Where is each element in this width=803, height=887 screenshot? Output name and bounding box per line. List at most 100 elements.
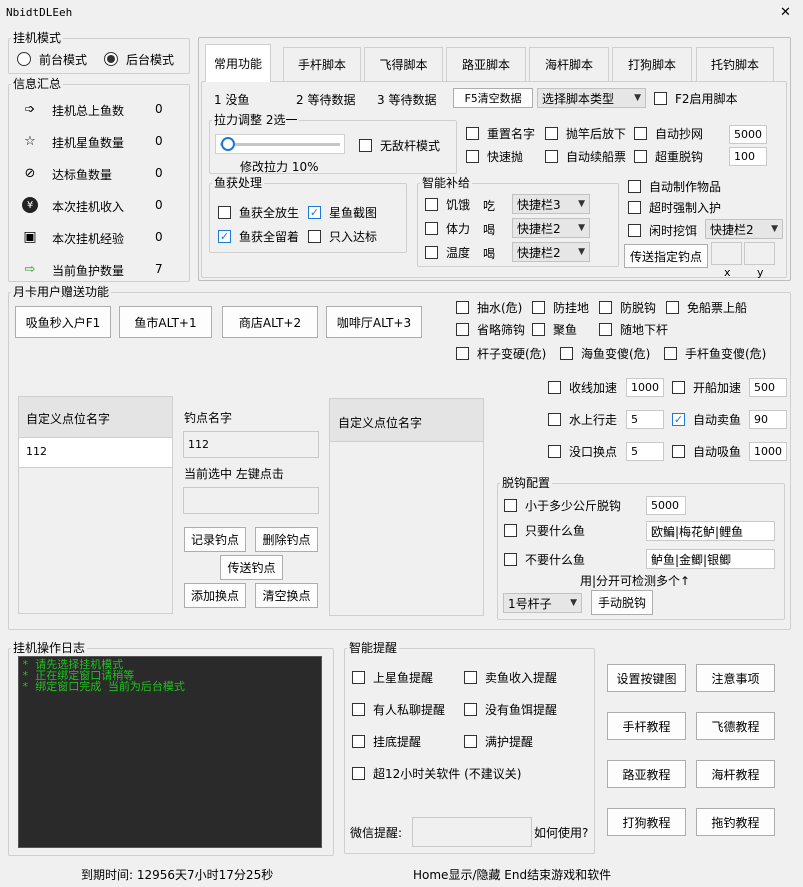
- dumb-sea-fish-checkbox[interactable]: 海鱼变傻(危): [560, 344, 650, 362]
- full-remind-checkbox[interactable]: 满护提醒: [464, 732, 533, 750]
- auto-absorb-input[interactable]: 1000: [749, 442, 787, 461]
- lure-tutorial-button[interactable]: 路亚教程: [607, 760, 686, 788]
- invincible-checkbox[interactable]: 无敌杆模式: [359, 136, 440, 154]
- gather-fish-checkbox[interactable]: 聚鱼: [532, 320, 577, 338]
- release-all-checkbox[interactable]: 鱼获全放生: [218, 203, 299, 221]
- temperature-slot-select[interactable]: 快捷栏2 ▼: [512, 242, 590, 262]
- auto-copy-checkbox[interactable]: 自动抄网: [634, 124, 703, 142]
- keep-all-checkbox[interactable]: ✓ 鱼获全留着: [218, 227, 299, 245]
- less-than-input[interactable]: 5000: [646, 496, 686, 515]
- send-to-point-button[interactable]: 传送钓点: [220, 555, 283, 580]
- dumb-hand-fish-checkbox[interactable]: 手杆鱼变傻(危): [664, 344, 766, 362]
- boat-speed-checkbox[interactable]: 开船加速: [672, 378, 741, 396]
- rename-checkbox[interactable]: 重置名字: [466, 124, 535, 142]
- super-unhook-checkbox[interactable]: 超重脱钩: [634, 147, 703, 165]
- tab-7[interactable]: 托钓脚本: [696, 47, 774, 81]
- absorb-fish-button[interactable]: 吸鱼秒入户F1: [15, 306, 111, 338]
- script-type-select[interactable]: 选择脚本类型 ▼: [537, 88, 646, 108]
- point-list-right[interactable]: 自定义点位名字: [329, 398, 484, 616]
- y-coordinate-input[interactable]: [744, 242, 775, 265]
- water-walk-input[interactable]: 5: [626, 410, 664, 429]
- idle-bait-checkbox[interactable]: 闲时挖饵: [628, 221, 697, 239]
- pull-slider-handle[interactable]: [221, 137, 236, 151]
- only-fish-checkbox[interactable]: 只要什么鱼: [504, 521, 585, 539]
- stamina-slot-select[interactable]: 快捷栏2 ▼: [512, 218, 590, 238]
- tab-4[interactable]: 路亚脚本: [446, 47, 526, 81]
- fly-tutorial-button[interactable]: 飞德教程: [696, 712, 775, 740]
- quick-throw-checkbox[interactable]: 快速抛: [466, 147, 523, 165]
- temperature-checkbox[interactable]: 温度: [425, 243, 470, 261]
- reel-speed-checkbox[interactable]: 收线加速: [548, 378, 617, 396]
- hand-rod-tutorial-button[interactable]: 手杆教程: [607, 712, 686, 740]
- bottom-remind-checkbox[interactable]: 挂底提醒: [352, 732, 421, 750]
- auto-absorb-checkbox[interactable]: 自动吸鱼: [672, 442, 741, 460]
- reel-speed-input[interactable]: 1000: [626, 378, 664, 397]
- only-target-checkbox[interactable]: 只入达标: [308, 227, 377, 245]
- boat-speed-input[interactable]: 500: [749, 378, 787, 397]
- tab-3[interactable]: 飞得脚本: [364, 47, 443, 81]
- dog-tutorial-button[interactable]: 打狗教程: [607, 808, 686, 836]
- auto-sell-input[interactable]: 90: [749, 410, 787, 429]
- notes-button[interactable]: 注意事项: [696, 664, 775, 692]
- log-console[interactable]: * 请先选择挂机模式 * 正在绑定窗口请稍等 * 绑定窗口完成 当前为后台模式: [18, 656, 322, 848]
- less-than-checkbox[interactable]: 小于多少公斤脱钩: [504, 496, 621, 514]
- fish-market-button[interactable]: 鱼市ALT+1: [119, 306, 212, 338]
- front-mode-radio[interactable]: 前台模式: [17, 50, 87, 68]
- throw-down-checkbox[interactable]: 抛竿后放下: [545, 124, 626, 142]
- key-setup-button[interactable]: 设置按键图: [607, 664, 686, 692]
- selection-input[interactable]: [183, 487, 319, 514]
- no-catch-checkbox[interactable]: 没口换点: [548, 442, 617, 460]
- pull-slider[interactable]: [215, 134, 345, 154]
- manual-unhook-button[interactable]: 手动脱钩: [591, 590, 653, 615]
- hard-rod-checkbox[interactable]: 杆子变硬(危): [456, 344, 546, 362]
- water-walk-checkbox[interactable]: 水上行走: [548, 410, 617, 428]
- close-icon[interactable]: ✕: [780, 5, 791, 20]
- only-fish-input[interactable]: 欧鳊|梅花鲈|鲤鱼: [646, 521, 775, 541]
- cafe-button[interactable]: 咖啡厅ALT+3: [326, 306, 422, 338]
- idle-slot-select[interactable]: 快捷栏2 ▼: [705, 219, 783, 239]
- anti-unhook-checkbox[interactable]: 防脱钩: [599, 298, 656, 316]
- hunger-slot-select[interactable]: 快捷栏3 ▼: [512, 194, 590, 214]
- trolling-tutorial-button[interactable]: 拖钓教程: [696, 808, 775, 836]
- no-fish-input[interactable]: 鲈鱼|金鲫|银鲫: [646, 549, 775, 569]
- how-to-use-link[interactable]: 如何使用?: [534, 824, 588, 841]
- back-mode-radio[interactable]: 后台模式: [104, 50, 174, 68]
- shop-button[interactable]: 商店ALT+2: [222, 306, 318, 338]
- skip-filter-checkbox[interactable]: 省略筛钩: [456, 320, 525, 338]
- rod-select[interactable]: 1号杆子 ▼: [503, 593, 582, 613]
- no-catch-input[interactable]: 5: [626, 442, 664, 461]
- auto-ticket-checkbox[interactable]: 自动续船票: [545, 147, 626, 165]
- anywhere-rod-checkbox[interactable]: 随地下杆: [599, 320, 668, 338]
- sea-rod-tutorial-button[interactable]: 海杆教程: [696, 760, 775, 788]
- free-boat-checkbox[interactable]: 免船票上船: [666, 298, 747, 316]
- tab-1[interactable]: 常用功能: [205, 44, 271, 82]
- stamina-checkbox[interactable]: 体力: [425, 219, 470, 237]
- add-switch-point-button[interactable]: 添加换点: [184, 583, 246, 608]
- tab-6[interactable]: 打狗脚本: [612, 47, 692, 81]
- star-shot-checkbox[interactable]: ✓ 星鱼截图: [308, 203, 377, 221]
- point-list-left[interactable]: 自定义点位名字 112: [18, 396, 173, 614]
- tab-2[interactable]: 手杆脚本: [283, 47, 361, 81]
- f5-clear-button[interactable]: F5清空数据: [453, 88, 533, 108]
- send-point-button[interactable]: 传送指定钓点: [624, 244, 708, 268]
- sell-remind-checkbox[interactable]: 卖鱼收入提醒: [464, 668, 557, 686]
- chat-remind-checkbox[interactable]: 有人私聊提醒: [352, 700, 445, 718]
- shutdown-checkbox[interactable]: 超12小时关软件 (不建议关): [352, 764, 521, 782]
- wechat-input[interactable]: [412, 817, 532, 847]
- no-fish-checkbox[interactable]: 不要什么鱼: [504, 550, 585, 568]
- tab-5[interactable]: 海杆脚本: [529, 47, 609, 81]
- auto-copy-input[interactable]: 5000: [729, 125, 767, 144]
- star-remind-checkbox[interactable]: 上星鱼提醒: [352, 668, 433, 686]
- pump-checkbox[interactable]: 抽水(危): [456, 298, 522, 316]
- f2-enable-checkbox[interactable]: F2启用脚本: [654, 89, 738, 107]
- delete-point-button[interactable]: 删除钓点: [255, 527, 318, 552]
- timeout-guard-checkbox[interactable]: 超时强制入护: [628, 198, 721, 216]
- no-bait-remind-checkbox[interactable]: 没有鱼饵提醒: [464, 700, 557, 718]
- clear-switch-point-button[interactable]: 清空换点: [255, 583, 318, 608]
- hunger-checkbox[interactable]: 饥饿: [425, 195, 470, 213]
- auto-make-checkbox[interactable]: 自动制作物品: [628, 177, 721, 195]
- anti-snag-checkbox[interactable]: 防挂地: [532, 298, 589, 316]
- record-point-button[interactable]: 记录钓点: [184, 527, 246, 552]
- auto-sell-checkbox[interactable]: ✓ 自动卖鱼: [672, 410, 741, 428]
- point-name-input[interactable]: 112: [183, 431, 319, 458]
